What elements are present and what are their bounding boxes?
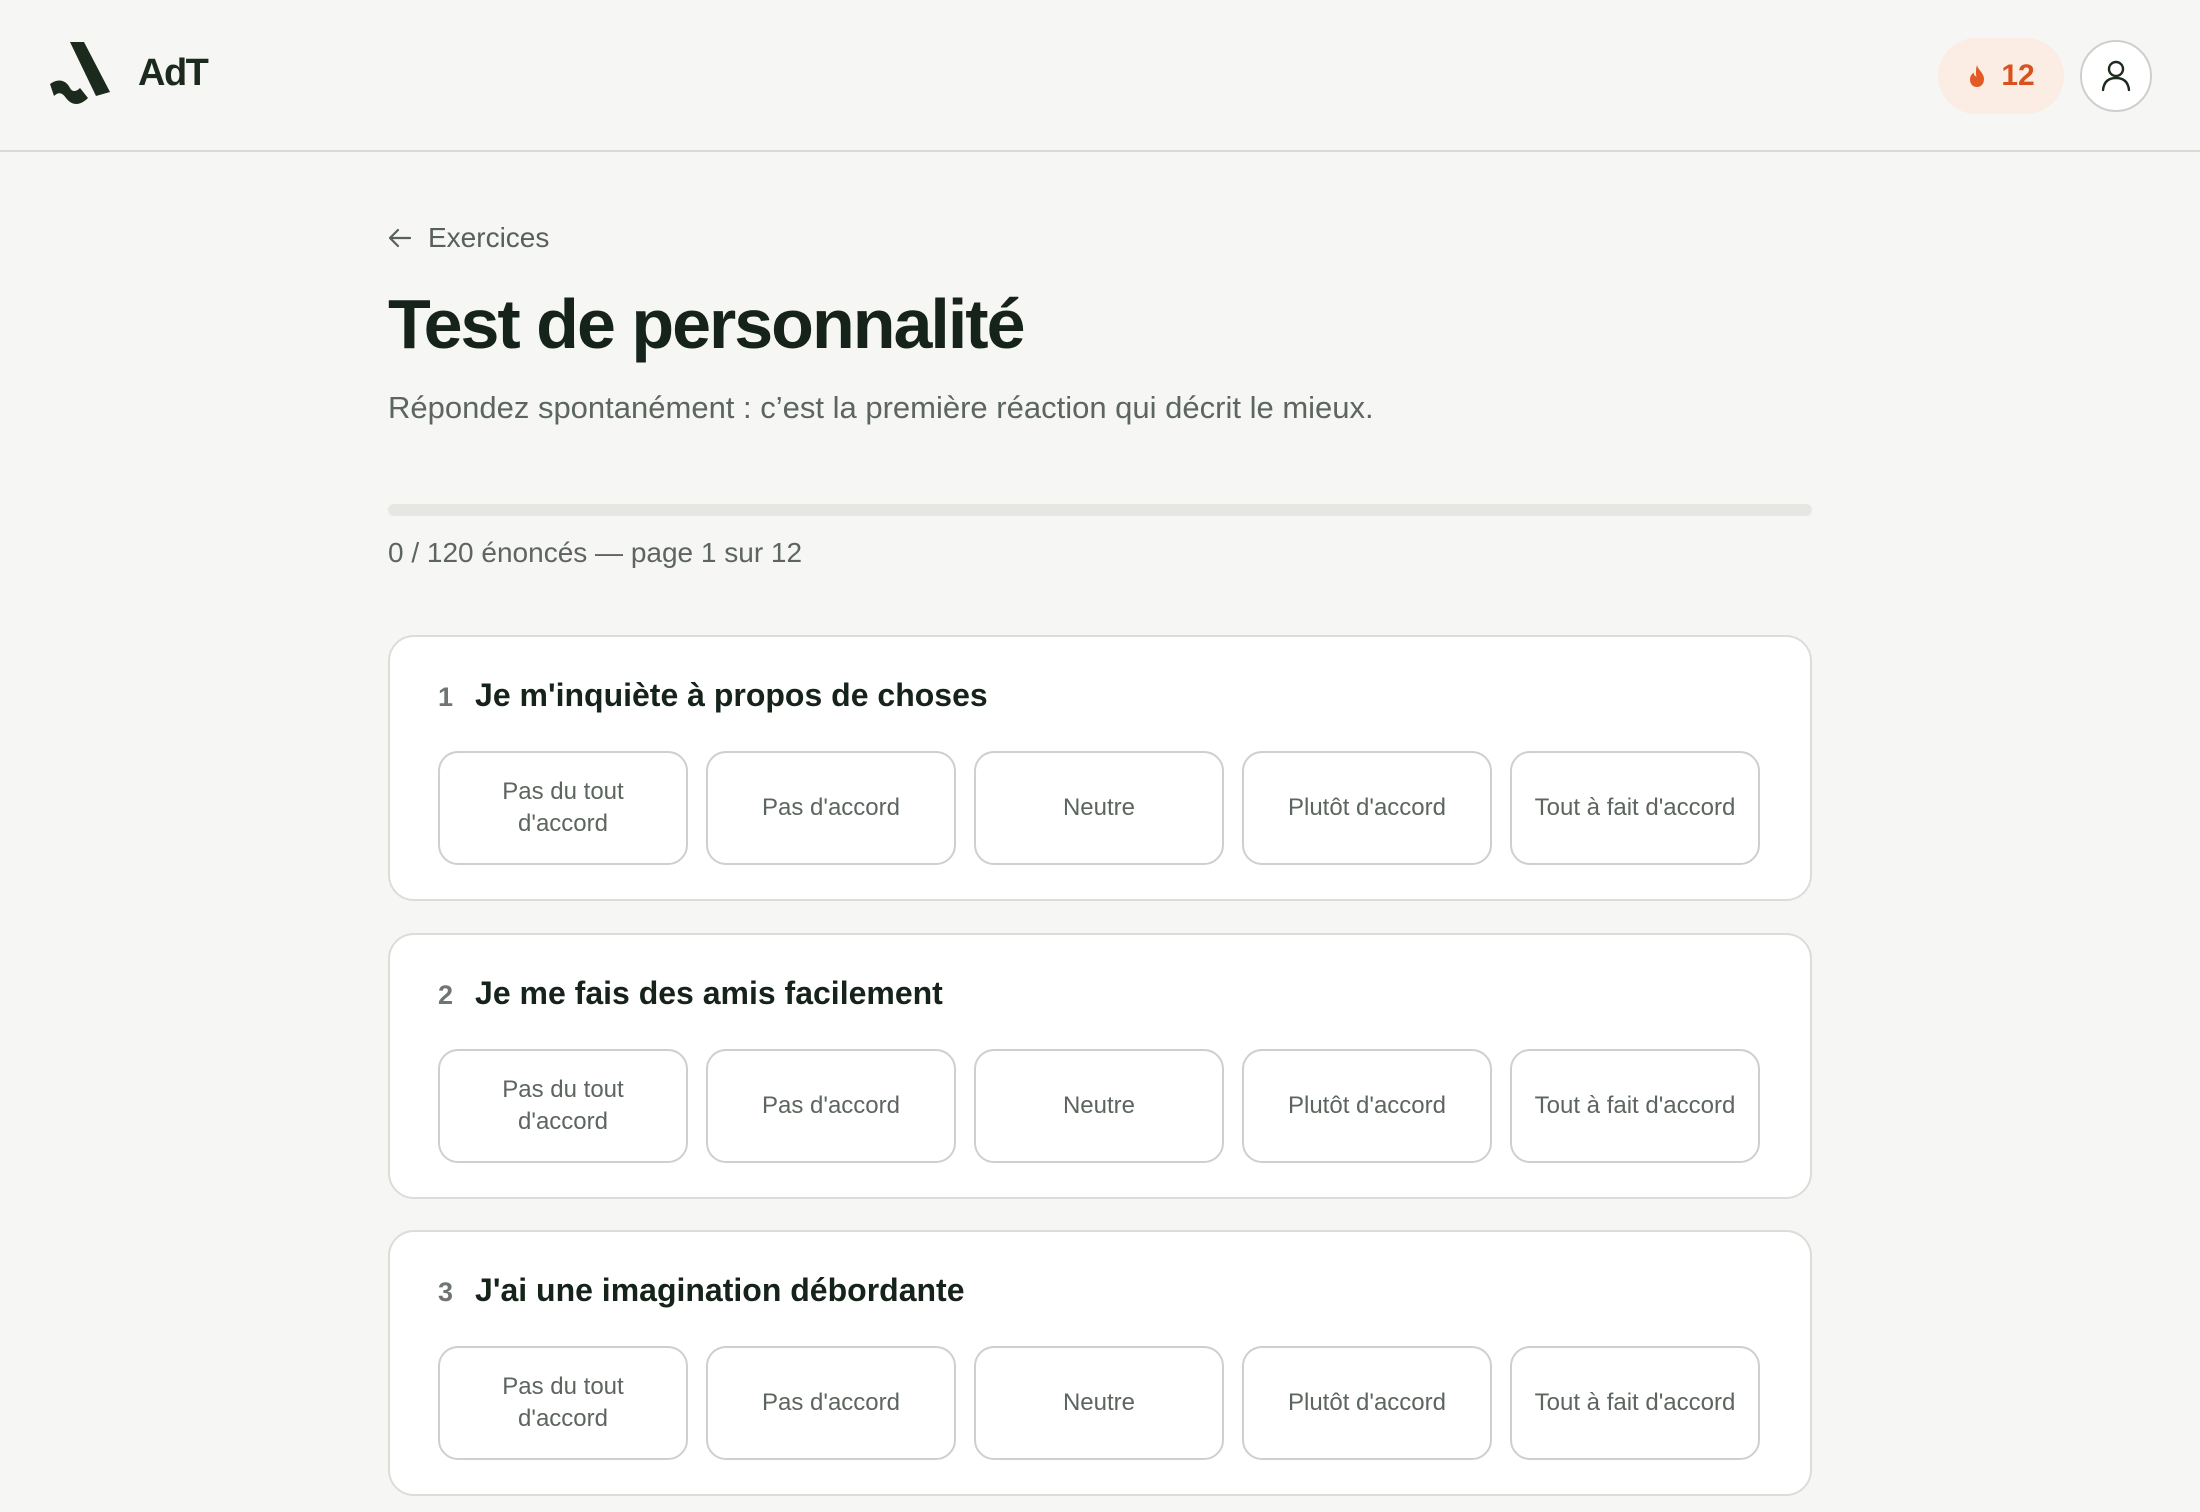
option-strongly-agree[interactable]: Tout à fait d'accord (1510, 1049, 1760, 1163)
option-neutral[interactable]: Neutre (974, 1346, 1224, 1460)
question-text: Je me fais des amis facilement (475, 975, 943, 1011)
brand-name: AdT (138, 51, 209, 94)
option-disagree[interactable]: Pas d'accord (706, 1049, 956, 1163)
question-text: J'ai une imagination débordante (475, 1272, 965, 1308)
back-link[interactable]: Exercices (388, 222, 549, 254)
option-disagree[interactable]: Pas d'accord (706, 1346, 956, 1460)
logo-icon (50, 42, 110, 104)
arrow-left-icon (388, 228, 412, 248)
option-strongly-disagree[interactable]: Pas du tout d'accord (438, 1049, 688, 1163)
option-agree[interactable]: Plutôt d'accord (1242, 1346, 1492, 1460)
question-header: 2 Je me fais des amis facilement (438, 975, 943, 1012)
page-subtitle: Répondez spontanément : c’est la premièr… (388, 390, 1374, 425)
progress-label: 0 / 120 énoncés — page 1 sur 12 (388, 537, 803, 568)
option-strongly-agree[interactable]: Tout à fait d'accord (1510, 1346, 1760, 1460)
top-navbar: AdT 12 (0, 0, 2200, 152)
option-agree[interactable]: Plutôt d'accord (1242, 1049, 1492, 1163)
question-number: 2 (438, 980, 454, 1010)
option-disagree[interactable]: Pas d'accord (706, 751, 956, 865)
page-title: Test de personnalité (388, 285, 1026, 363)
option-strongly-disagree[interactable]: Pas du tout d'accord (438, 751, 688, 865)
streak-badge[interactable]: 12 (1938, 38, 2064, 114)
question-card: 3 J'ai une imagination débordante Pas du… (388, 1230, 1812, 1496)
option-neutral[interactable]: Neutre (974, 1049, 1224, 1163)
progress-bar (388, 504, 1812, 516)
profile-button[interactable] (2080, 40, 2152, 112)
streak-count: 12 (2001, 59, 2035, 92)
question-number: 3 (438, 1277, 454, 1307)
question-number: 1 (438, 682, 454, 712)
question-card: 2 Je me fais des amis facilement Pas du … (388, 933, 1812, 1199)
user-icon (2101, 60, 2131, 92)
question-header: 3 J'ai une imagination débordante (438, 1272, 964, 1309)
back-link-label: Exercices (428, 222, 550, 253)
question-header: 1 Je m'inquiète à propos de choses (438, 677, 988, 714)
option-strongly-agree[interactable]: Tout à fait d'accord (1510, 751, 1760, 865)
answer-options: Pas du tout d'accord Pas d'accord Neutre… (438, 751, 1760, 865)
option-neutral[interactable]: Neutre (974, 751, 1224, 865)
brand-logo[interactable]: AdT (48, 40, 209, 106)
option-agree[interactable]: Plutôt d'accord (1242, 751, 1492, 865)
question-card: 1 Je m'inquiète à propos de choses Pas d… (388, 635, 1812, 901)
answer-options: Pas du tout d'accord Pas d'accord Neutre… (438, 1346, 1760, 1460)
question-text: Je m'inquiète à propos de choses (475, 677, 988, 713)
flame-icon (1970, 65, 1985, 87)
answer-options: Pas du tout d'accord Pas d'accord Neutre… (438, 1049, 1760, 1163)
option-strongly-disagree[interactable]: Pas du tout d'accord (438, 1346, 688, 1460)
